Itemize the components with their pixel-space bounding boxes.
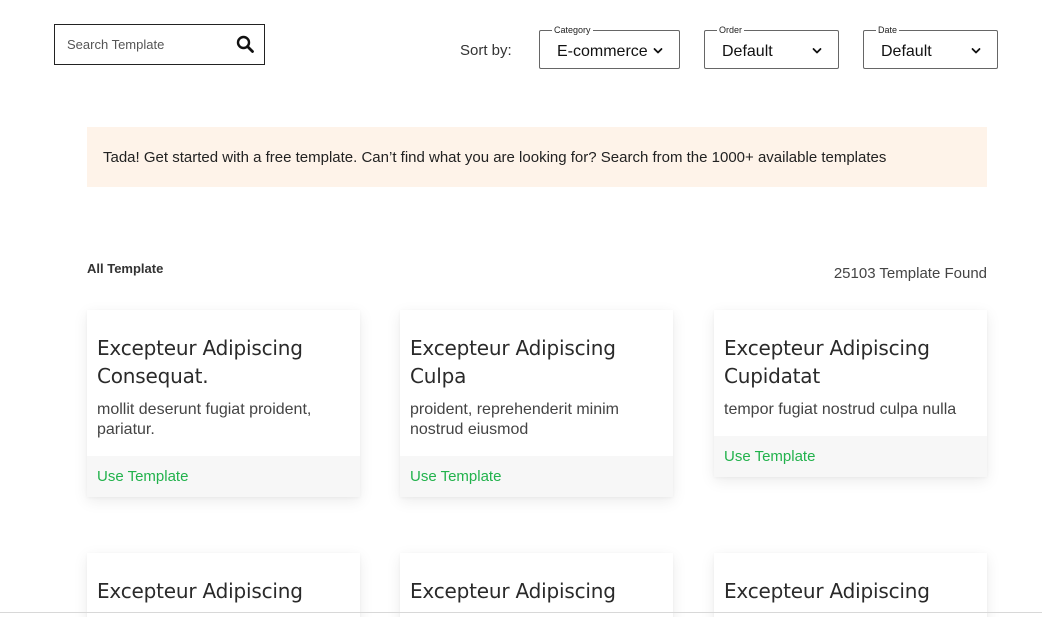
template-card: Excepteur Adipiscing Consequat. mollit d… <box>87 310 360 497</box>
date-value: Default <box>881 43 932 60</box>
sort-by-label: Sort by: <box>460 42 512 59</box>
chevron-down-icon <box>653 48 663 54</box>
card-description: mollit deserunt fugiat proident, pariatu… <box>97 401 312 438</box>
order-value: Default <box>722 43 773 60</box>
use-template-link[interactable]: Use Template <box>87 456 360 497</box>
order-legend: Order <box>717 24 745 36</box>
card-title: Excepteur Adipiscing Consequat. <box>97 336 303 388</box>
template-count: 25103 Template Found <box>833 265 987 282</box>
template-card: Excepteur Adipiscing Culpa proident, rep… <box>400 310 673 497</box>
card-title: Excepteur Adipiscing <box>724 579 930 603</box>
template-card: Excepteur Adipiscing Cupidatat tempor fu… <box>714 310 987 477</box>
info-banner: Tada! Get started with a free template. … <box>87 127 987 187</box>
template-card: Excepteur Adipiscing <box>714 553 987 617</box>
search-input[interactable] <box>55 25 235 64</box>
order-select[interactable]: Order Default <box>704 24 839 69</box>
use-template-link[interactable]: Use Template <box>400 456 673 497</box>
search-icon[interactable] <box>236 35 254 53</box>
template-card: Excepteur Adipiscing <box>400 553 673 617</box>
category-legend: Category <box>552 24 593 36</box>
category-select[interactable]: Category E-commerce <box>539 24 680 69</box>
card-title: Excepteur Adipiscing Culpa <box>410 336 616 388</box>
card-title: Excepteur Adipiscing <box>410 579 616 603</box>
category-value: E-commerce <box>557 43 648 60</box>
date-select[interactable]: Date Default <box>863 24 998 69</box>
use-template-link[interactable]: Use Template <box>714 436 987 477</box>
divider <box>0 612 1042 613</box>
date-legend: Date <box>876 24 900 36</box>
card-description: proident, reprehenderit minim nostrud ei… <box>410 401 619 438</box>
chevron-down-icon <box>971 48 981 54</box>
card-title: Excepteur Adipiscing <box>97 579 303 603</box>
section-title: All Template <box>87 261 164 276</box>
card-title: Excepteur Adipiscing Cupidatat <box>724 336 930 388</box>
search-box[interactable] <box>54 24 265 65</box>
chevron-down-icon <box>812 48 822 54</box>
template-gallery-page: Sort by: Category E-commerce Order Defau… <box>0 0 1042 617</box>
card-description: tempor fugiat nostrud culpa nulla <box>724 401 957 418</box>
template-card: Excepteur Adipiscing <box>87 553 360 617</box>
banner-text: Tada! Get started with a free template. … <box>103 148 887 166</box>
